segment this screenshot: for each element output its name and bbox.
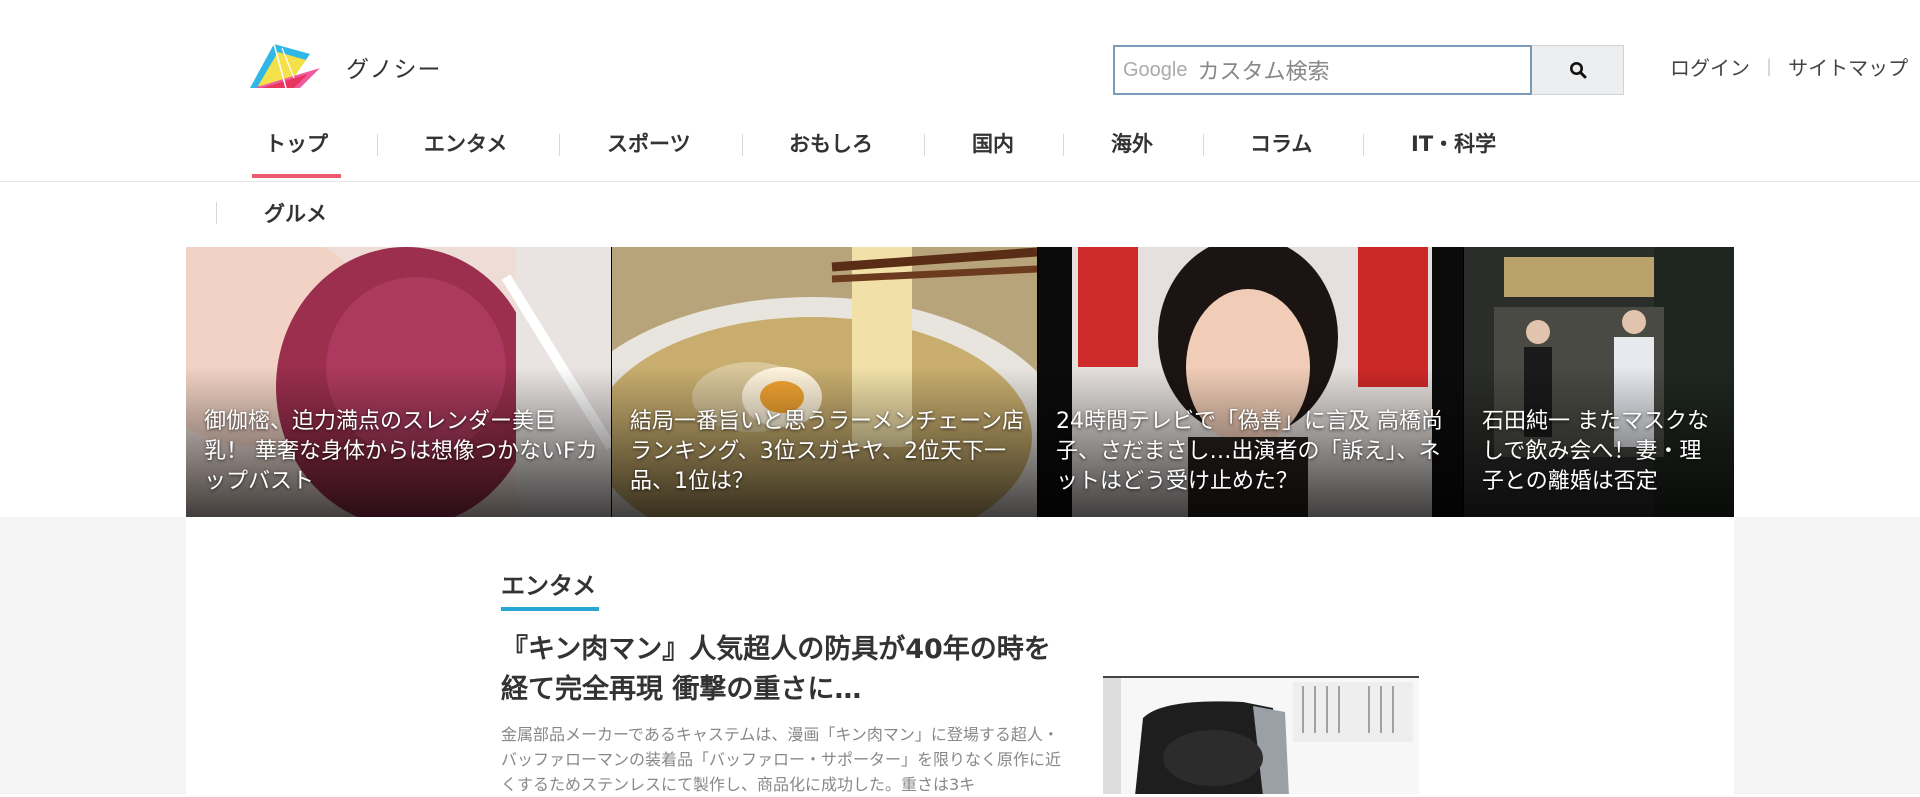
nav-tab-entame[interactable]: エンタメ xyxy=(424,128,507,158)
nav-tab-it-science[interactable]: IT・科学 xyxy=(1411,128,1496,158)
featured-card[interactable]: 結局一番旨いと思うラーメンチェーン店ランキング、3位スガキヤ、2位天下一品、1位… xyxy=(612,247,1037,517)
nav-divider xyxy=(924,134,925,156)
category-nav: トップ エンタメ スポーツ おもしろ 国内 海外 コラム IT・科学 xyxy=(0,120,1920,182)
featured-title: 結局一番旨いと思うラーメンチェーン店ランキング、3位スガキヤ、2位天下一品、1位… xyxy=(630,409,1025,494)
category-nav-row-2: グルメ xyxy=(0,182,1920,246)
active-tab-indicator xyxy=(252,174,341,178)
thumbnail-image xyxy=(1103,678,1419,794)
featured-title: 24時間テレビで「偽善」に言及 高橋尚子、さだまさし…出演者の「訴え」、ネットは… xyxy=(1056,409,1443,494)
article-headline[interactable]: 『キン肉マン』人気超人の防具が40年の時を経て完全再現 衝撃の重さに… xyxy=(501,630,1071,710)
nav-divider xyxy=(1203,134,1204,156)
featured-title: 御伽樒、迫力満点のスレンダー美巨乳！ 華奢な身体からは想像つかないFカップバスト xyxy=(204,409,598,494)
featured-title: 石田純一 またマスクなしで飲み会へ！妻・理子との離婚は否定 xyxy=(1482,409,1709,494)
featured-card[interactable]: 石田純一 またマスクなしで飲み会へ！妻・理子との離婚は否定 xyxy=(1464,247,1734,517)
search-input[interactable]: Google カスタム検索 xyxy=(1113,45,1532,95)
nav-divider xyxy=(1363,134,1364,156)
nav-tab-sports[interactable]: スポーツ xyxy=(607,128,691,158)
nav-tab-top[interactable]: トップ xyxy=(265,128,328,158)
article-thumbnail[interactable] xyxy=(1103,676,1419,794)
site-name[interactable]: グノシー xyxy=(346,50,442,84)
nav-divider xyxy=(216,202,217,224)
search-icon xyxy=(1569,62,1586,79)
nav-divider xyxy=(559,134,560,156)
featured-card[interactable]: 24時間テレビで「偽善」に言及 高橋尚子、さだまさし…出演者の「訴え」、ネットは… xyxy=(1038,247,1463,517)
sitemap-link[interactable]: サイトマップ xyxy=(1788,52,1908,81)
google-brand-label: Google xyxy=(1123,58,1188,81)
gunosy-logo[interactable] xyxy=(248,38,322,90)
nav-tab-omoshiro[interactable]: おもしろ xyxy=(789,128,873,158)
login-link[interactable]: ログイン xyxy=(1670,52,1750,81)
featured-card[interactable]: 御伽樒、迫力満点のスレンダー美巨乳！ 華奢な身体からは想像つかないFカップバスト xyxy=(186,247,611,517)
nav-divider xyxy=(377,134,378,156)
nav-divider xyxy=(1063,134,1064,156)
section-heading[interactable]: エンタメ xyxy=(501,566,596,601)
site-header: グノシー Google カスタム検索 ログイン | サイトマップ xyxy=(0,0,1920,120)
nav-tab-gourmet[interactable]: グルメ xyxy=(264,198,327,228)
nav-tab-column[interactable]: コラム xyxy=(1250,128,1312,158)
nav-tab-overseas[interactable]: 海外 xyxy=(1111,128,1153,158)
search-box: Google カスタム検索 xyxy=(1113,45,1624,95)
nav-divider xyxy=(742,134,743,156)
featured-carousel: 御伽樒、迫力満点のスレンダー美巨乳！ 華奢な身体からは想像つかないFカップバスト… xyxy=(186,247,1734,517)
section-heading-underline xyxy=(501,607,599,611)
article-summary: 金属部品メーカーであるキャステムは、漫画「キン肉マン」に登場する超人・バッファロ… xyxy=(501,725,1062,794)
nav-tab-domestic[interactable]: 国内 xyxy=(972,128,1014,158)
link-divider: | xyxy=(1766,56,1773,77)
search-placeholder: カスタム検索 xyxy=(1197,60,1330,85)
user-links: ログイン | サイトマップ xyxy=(1670,52,1908,81)
search-button[interactable] xyxy=(1532,45,1624,95)
